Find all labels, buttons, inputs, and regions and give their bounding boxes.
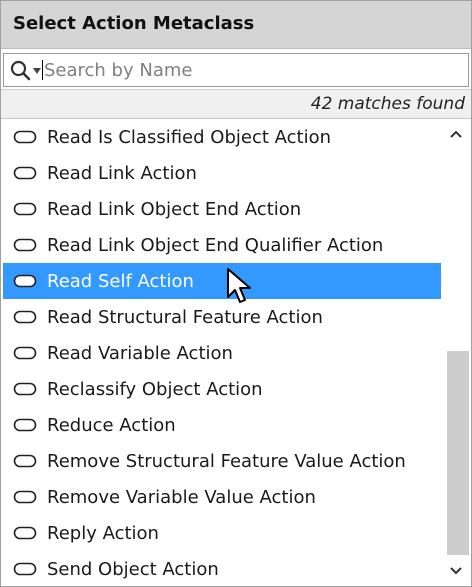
vertical-scrollbar[interactable] — [441, 119, 471, 586]
list-item[interactable]: Read Structural Feature Action — [3, 299, 441, 335]
action-metaclass-icon — [3, 443, 47, 479]
list-item-label: Send Object Action — [47, 558, 219, 580]
list-item[interactable]: Remove Structural Feature Value Action — [3, 443, 441, 479]
chevron-down-icon — [450, 567, 462, 575]
scroll-up-button[interactable] — [441, 119, 471, 149]
list-item[interactable]: Reduce Action — [3, 407, 441, 443]
title-bar: Select Action Metaclass — [1, 1, 471, 49]
list-item[interactable]: Read Link Object End Qualifier Action — [3, 227, 441, 263]
list-item-label: Reclassify Object Action — [47, 378, 263, 400]
list-item-label: Read Link Action — [47, 162, 197, 184]
action-metaclass-icon — [3, 479, 47, 515]
list-item-label: Remove Variable Value Action — [47, 486, 316, 508]
list-item-label: Read Link Object End Action — [47, 198, 302, 220]
list-item-label: Reply Action — [47, 522, 159, 544]
metaclass-list[interactable]: Read Is Classified Object Action Read Lin… — [3, 119, 441, 586]
results-bar: 42 matches found — [1, 89, 471, 119]
dialog-title: Select Action Metaclass — [13, 13, 255, 34]
action-metaclass-icon — [3, 515, 47, 551]
scroll-down-button[interactable] — [441, 556, 471, 586]
action-metaclass-icon — [3, 299, 47, 335]
action-metaclass-icon — [3, 371, 47, 407]
action-metaclass-icon — [3, 119, 47, 155]
action-metaclass-icon — [3, 551, 47, 586]
list-item[interactable]: Read Link Action — [3, 155, 441, 191]
text-caret — [42, 60, 43, 80]
search-icon — [10, 60, 31, 81]
action-metaclass-icon — [3, 335, 47, 371]
list-item[interactable]: Read Is Classified Object Action — [3, 119, 441, 155]
action-metaclass-icon — [3, 191, 47, 227]
list-item[interactable]: Reply Action — [3, 515, 441, 551]
action-metaclass-icon — [3, 227, 47, 263]
list-item-label: Read Structural Feature Action — [47, 306, 323, 328]
list-item-label: Reduce Action — [47, 414, 176, 436]
list-item-label: Read Link Object End Qualifier Action — [47, 234, 384, 256]
list-item-label: Remove Structural Feature Value Action — [47, 450, 406, 472]
list-item[interactable]: Read Self Action — [3, 263, 441, 299]
chevron-up-icon — [450, 130, 462, 138]
list-item[interactable]: Reclassify Object Action — [3, 371, 441, 407]
list-item-label: Read Variable Action — [47, 342, 233, 364]
scroll-thumb[interactable] — [447, 351, 469, 555]
list-item-label: Read Is Classified Object Action — [47, 126, 331, 148]
list-item[interactable]: Remove Variable Value Action — [3, 479, 441, 515]
action-metaclass-icon — [3, 407, 47, 443]
select-action-metaclass-panel: Select Action Metaclass 42 matches found… — [0, 0, 472, 587]
list-item[interactable]: Send Object Action — [3, 551, 441, 586]
match-count: 42 matches found — [310, 94, 465, 114]
list-item[interactable]: Read Variable Action — [3, 335, 441, 371]
search-input[interactable] — [40, 54, 464, 86]
list-item[interactable]: Read Link Object End Action — [3, 191, 441, 227]
action-metaclass-icon — [3, 263, 47, 299]
list-item-label: Read Self Action — [47, 270, 194, 292]
search-box[interactable] — [3, 53, 469, 87]
action-metaclass-icon — [3, 155, 47, 191]
